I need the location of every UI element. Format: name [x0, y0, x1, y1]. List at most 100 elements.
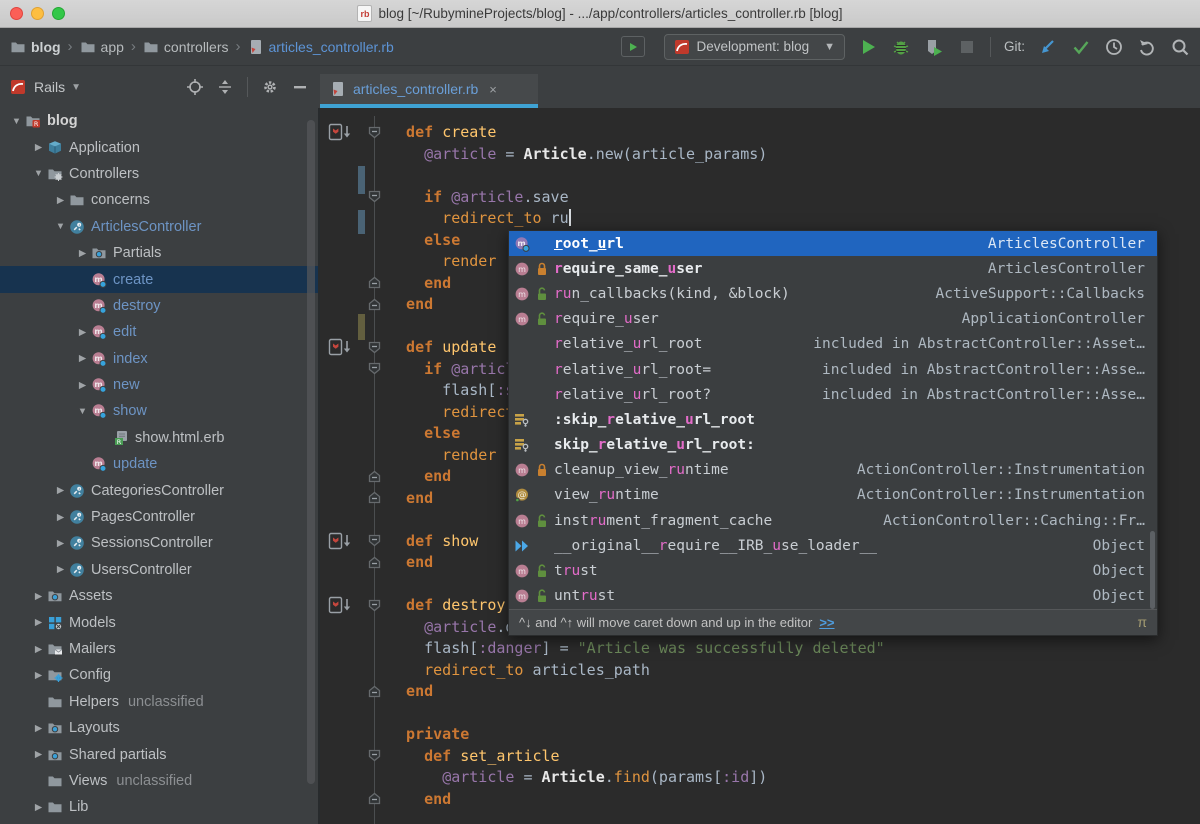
fold-collapse-icon[interactable]: [368, 362, 381, 375]
completion-row[interactable]: relative_url_root=included in AbstractCo…: [509, 357, 1157, 382]
project-tree-panel[interactable]: ▼Rblog▶Application▼Controllers▶concerns▼…: [0, 108, 318, 824]
fold-end-icon[interactable]: [368, 556, 381, 569]
go-to-view-icon[interactable]: [328, 338, 352, 356]
zoom-window-button[interactable]: [52, 7, 65, 20]
chevron-collapsed-icon[interactable]: ▶: [30, 644, 47, 655]
fold-end-icon[interactable]: [368, 298, 381, 311]
tree-row-destroy[interactable]: mdestroy: [0, 293, 318, 319]
completion-row[interactable]: relative_url_root?included in AbstractCo…: [509, 382, 1157, 407]
chevron-collapsed-icon[interactable]: ▶: [52, 564, 69, 575]
go-to-view-icon[interactable]: [328, 596, 352, 614]
chevron-collapsed-icon[interactable]: ▶: [30, 142, 47, 153]
run-with-coverage-button[interactable]: [924, 37, 944, 57]
run-button[interactable]: [858, 37, 878, 57]
fold-end-icon[interactable]: [368, 491, 381, 504]
tree-row-helpers[interactable]: Helpersunclassified: [0, 689, 318, 715]
breadcrumb-item-articles_controller.rb[interactable]: articles_controller.rb: [248, 39, 394, 55]
chevron-collapsed-icon[interactable]: ▶: [30, 617, 47, 628]
close-window-button[interactable]: [10, 7, 23, 20]
tree-row-shared-partials[interactable]: ▶Shared partials: [0, 741, 318, 767]
completion-row[interactable]: minstrument_fragment_cacheActionControll…: [509, 508, 1157, 533]
go-to-view-icon[interactable]: [328, 123, 352, 141]
run-configuration-select[interactable]: Development: blog ▼: [664, 34, 845, 60]
tree-row-models[interactable]: ▶Models: [0, 609, 318, 635]
change-marker[interactable]: [358, 166, 365, 194]
completion-row[interactable]: mrun_callbacks(kind, &block)ActiveSuppor…: [509, 281, 1157, 306]
fold-collapse-icon[interactable]: [368, 341, 381, 354]
chevron-collapsed-icon[interactable]: ▶: [30, 723, 47, 734]
completion-row[interactable]: mrequire_same_userArticlesController: [509, 256, 1157, 281]
stop-button[interactable]: [957, 37, 977, 57]
fold-collapse-icon[interactable]: [368, 534, 381, 547]
fold-collapse-icon[interactable]: [368, 190, 381, 203]
chevron-collapsed-icon[interactable]: ▶: [52, 538, 69, 549]
chevron-collapsed-icon[interactable]: ▶: [74, 353, 91, 364]
tree-row-categoriescontroller[interactable]: ▶CategoriesController: [0, 477, 318, 503]
tree-row-layouts[interactable]: ▶Layouts: [0, 715, 318, 741]
fold-collapse-icon[interactable]: [368, 749, 381, 762]
minimize-window-button[interactable]: [31, 7, 44, 20]
git-update-button[interactable]: [1038, 37, 1058, 57]
fold-collapse-icon[interactable]: [368, 599, 381, 612]
completion-row[interactable]: :skip_relative_url_root: [509, 407, 1157, 432]
breadcrumb-item-blog[interactable]: blog: [10, 39, 61, 55]
tree-row-partials[interactable]: ▶Partials: [0, 240, 318, 266]
hide-tool-window-button[interactable]: [292, 79, 308, 95]
collapse-all-button[interactable]: [217, 79, 233, 95]
completion-row[interactable]: @view_runtimeActionController::Instrumen…: [509, 483, 1157, 508]
chevron-collapsed-icon[interactable]: ▶: [52, 195, 69, 206]
breadcrumb-item-controllers[interactable]: controllers: [143, 39, 229, 55]
chevron-collapsed-icon[interactable]: ▶: [74, 380, 91, 391]
tree-row-concerns[interactable]: ▶concerns: [0, 187, 318, 213]
completion-row[interactable]: mtrustObject: [509, 558, 1157, 583]
tree-row-userscontroller[interactable]: ▶UsersController: [0, 557, 318, 583]
chevron-expanded-icon[interactable]: ▼: [74, 406, 91, 417]
gear-icon[interactable]: [262, 79, 278, 95]
popup-scrollbar[interactable]: [1150, 531, 1155, 609]
fold-end-icon[interactable]: [368, 685, 381, 698]
tree-row-config[interactable]: ▶Config: [0, 662, 318, 688]
fold-end-icon[interactable]: [368, 470, 381, 483]
tree-row-edit[interactable]: ▶medit: [0, 319, 318, 345]
chevron-collapsed-icon[interactable]: ▶: [74, 327, 91, 338]
tree-row-controllers[interactable]: ▼Controllers: [0, 161, 318, 187]
debug-button[interactable]: [891, 37, 911, 57]
chevron-collapsed-icon[interactable]: ▶: [30, 670, 47, 681]
tree-row-blog[interactable]: ▼Rblog: [0, 108, 318, 134]
completion-row[interactable]: mcleanup_view_runtimeActionController::I…: [509, 458, 1157, 483]
chevron-collapsed-icon[interactable]: ▶: [52, 485, 69, 496]
tree-row-new[interactable]: ▶mnew: [0, 372, 318, 398]
tree-row-show-html-erb[interactable]: Rshow.html.erb: [0, 425, 318, 451]
rollback-button[interactable]: [1137, 37, 1157, 57]
chevron-expanded-icon[interactable]: ▼: [52, 221, 69, 232]
tree-row-show[interactable]: ▼mshow: [0, 398, 318, 424]
tree-row-index[interactable]: ▶mindex: [0, 346, 318, 372]
tree-row-assets[interactable]: ▶Assets: [0, 583, 318, 609]
editor-tab[interactable]: articles_controller.rb ×: [320, 74, 538, 104]
completion-row[interactable]: muntrustObject: [509, 584, 1157, 609]
fold-end-icon[interactable]: [368, 792, 381, 805]
history-button[interactable]: [1104, 37, 1124, 57]
chevron-expanded-icon[interactable]: ▼: [30, 168, 47, 179]
chevron-collapsed-icon[interactable]: ▶: [30, 802, 47, 813]
go-to-view-icon[interactable]: [328, 532, 352, 550]
git-commit-button[interactable]: [1071, 37, 1091, 57]
chevron-collapsed-icon[interactable]: ▶: [52, 512, 69, 523]
tree-row-mailers[interactable]: ▶Mailers: [0, 636, 318, 662]
completion-hint-link[interactable]: >>: [819, 615, 834, 630]
tree-row-articlescontroller[interactable]: ▼ArticlesController: [0, 214, 318, 240]
tree-row-application[interactable]: ▶Application: [0, 134, 318, 160]
completion-row[interactable]: mroot_urlArticlesController: [509, 231, 1157, 256]
fold-collapse-icon[interactable]: [368, 126, 381, 139]
completion-row[interactable]: relative_url_rootincluded in AbstractCon…: [509, 332, 1157, 357]
completion-row[interactable]: skip_relative_url_root:: [509, 433, 1157, 458]
change-marker[interactable]: [358, 314, 365, 340]
fold-end-icon[interactable]: [368, 276, 381, 289]
locate-in-project-button[interactable]: [187, 79, 203, 95]
tree-row-sessionscontroller[interactable]: ▶SessionsController: [0, 530, 318, 556]
change-marker[interactable]: [358, 210, 365, 234]
search-everywhere-button[interactable]: [1170, 37, 1190, 57]
tree-scrollbar[interactable]: [307, 120, 315, 784]
chevron-collapsed-icon[interactable]: ▶: [74, 248, 91, 259]
completion-row[interactable]: __original__require__IRB_use_loader__Obj…: [509, 533, 1157, 558]
